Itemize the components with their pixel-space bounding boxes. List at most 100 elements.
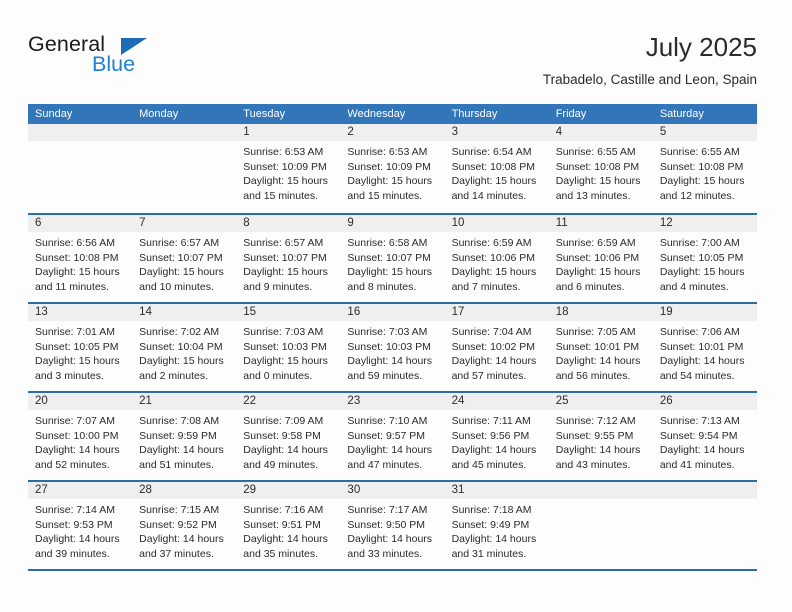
day-details: Sunrise: 7:03 AM Sunset: 10:03 PM Daylight…	[236, 321, 340, 383]
day-cell[interactable]: 10 Sunrise: 6:59 AM Sunset: 10:06 PM Daylig…	[444, 215, 549, 302]
calendar-weeks: 1 Sunrise: 6:53 AM Sunset: 10:09 PM Dayligh…	[28, 124, 757, 569]
day-cell-empty	[548, 482, 653, 569]
sunset-text: Sunset: 9:57 PM	[347, 429, 426, 442]
sunset-text: Sunset: 10:06 PM	[555, 251, 640, 264]
daylight-text-line2: and 14 minutes.	[451, 189, 527, 202]
daylight-text-line2: and 31 minutes.	[451, 547, 527, 560]
day-cell[interactable]: 13 Sunrise: 7:01 AM Sunset: 10:05 PM Daylig…	[28, 304, 133, 391]
day-cell[interactable]: 25 Sunrise: 7:12 AM Sunset: 9:55 PM Dayligh…	[548, 393, 653, 480]
day-cell[interactable]: 4 Sunrise: 6:55 AM Sunset: 10:08 PM Dayligh…	[548, 124, 653, 213]
calendar-week-row: 27 Sunrise: 7:14 AM Sunset: 9:53 PM Dayligh…	[28, 480, 757, 569]
sunset-text: Sunset: 10:09 PM	[243, 160, 327, 173]
day-cell[interactable]: 26 Sunrise: 7:13 AM Sunset: 9:54 PM Dayligh…	[652, 393, 757, 480]
day-cell[interactable]: 27 Sunrise: 7:14 AM Sunset: 9:53 PM Dayligh…	[28, 482, 133, 569]
sunrise-text: Sunrise: 6:55 AM	[555, 146, 636, 158]
page-subtitle: Trabadelo, Castille and Leon, Spain	[542, 72, 757, 87]
daylight-text-line2: and 9 minutes.	[243, 280, 313, 293]
day-cell[interactable]: 29 Sunrise: 7:16 AM Sunset: 9:51 PM Dayligh…	[236, 482, 341, 569]
sunrise-text: Sunrise: 7:11 AM	[451, 415, 531, 427]
daylight-text-line1: Daylight: 15 hours	[555, 266, 641, 279]
day-cell[interactable]: 5 Sunrise: 6:55 AM Sunset: 10:08 PM Dayligh…	[652, 124, 757, 213]
day-number: 13	[28, 304, 133, 321]
sunset-text: Sunset: 10:05 PM	[659, 251, 744, 264]
sunset-text: Sunset: 10:08 PM	[451, 160, 536, 173]
sunrise-text: Sunrise: 7:00 AM	[659, 237, 740, 249]
daylight-text-line2: and 4 minutes.	[659, 280, 729, 293]
day-cell[interactable]: 7 Sunrise: 6:57 AM Sunset: 10:07 PM Dayligh…	[132, 215, 237, 302]
day-cell[interactable]: 22 Sunrise: 7:09 AM Sunset: 9:58 PM Dayligh…	[236, 393, 341, 480]
daylight-text-line2: and 11 minutes.	[35, 280, 109, 293]
sunrise-text: Sunrise: 6:53 AM	[347, 146, 428, 158]
logo-text-blue: Blue	[92, 52, 136, 76]
sunrise-text: Sunrise: 6:53 AM	[243, 146, 324, 158]
day-details: Sunrise: 6:57 AM Sunset: 10:07 PM Daylight…	[236, 232, 340, 294]
day-cell[interactable]: 3 Sunrise: 6:54 AM Sunset: 10:08 PM Dayligh…	[444, 124, 549, 213]
day-cell[interactable]: 24 Sunrise: 7:11 AM Sunset: 9:56 PM Dayligh…	[444, 393, 549, 480]
day-cell[interactable]: 2 Sunrise: 6:53 AM Sunset: 10:09 PM Dayligh…	[340, 124, 445, 213]
sunrise-text: Sunrise: 6:55 AM	[659, 146, 740, 158]
day-details: Sunrise: 7:00 AM Sunset: 10:05 PM Daylight…	[653, 232, 757, 294]
day-details: Sunrise: 7:05 AM Sunset: 10:01 PM Daylight…	[549, 321, 653, 383]
day-details: Sunrise: 7:02 AM Sunset: 10:04 PM Daylight…	[132, 321, 236, 383]
day-cell[interactable]: 20 Sunrise: 7:07 AM Sunset: 10:00 PM Daylig…	[28, 393, 133, 480]
daylight-text-line2: and 13 minutes.	[555, 189, 631, 202]
day-cell[interactable]: 6 Sunrise: 6:56 AM Sunset: 10:08 PM Dayligh…	[28, 215, 133, 302]
day-cell[interactable]: 8 Sunrise: 6:57 AM Sunset: 10:07 PM Dayligh…	[236, 215, 341, 302]
sunrise-text: Sunrise: 6:59 AM	[451, 237, 532, 249]
daylight-text-line1: Daylight: 15 hours	[35, 266, 120, 279]
sunrise-text: Sunrise: 7:08 AM	[139, 415, 220, 427]
day-cell[interactable]: 31 Sunrise: 7:18 AM Sunset: 9:49 PM Dayligh…	[444, 482, 549, 569]
day-cell[interactable]: 12 Sunrise: 7:00 AM Sunset: 10:05 PM Daylig…	[652, 215, 757, 302]
sunset-text: Sunset: 10:07 PM	[243, 251, 327, 264]
day-details: Sunrise: 6:56 AM Sunset: 10:08 PM Daylight…	[28, 232, 132, 294]
day-details: Sunrise: 7:06 AM Sunset: 10:01 PM Daylight…	[653, 321, 757, 383]
general-blue-logo[interactable]: General Blue	[28, 32, 228, 84]
day-cell[interactable]: 16 Sunrise: 7:03 AM Sunset: 10:03 PM Daylig…	[340, 304, 445, 391]
day-cell[interactable]: 17 Sunrise: 7:04 AM Sunset: 10:02 PM Daylig…	[444, 304, 549, 391]
day-number: 15	[236, 304, 341, 321]
weekday-header-wednesday: Wednesday	[347, 108, 406, 120]
day-cell[interactable]: 11 Sunrise: 6:59 AM Sunset: 10:06 PM Daylig…	[548, 215, 653, 302]
day-number: 6	[28, 215, 133, 232]
calendar-page: General Blue July 2025 Trabadelo, Castil…	[0, 0, 792, 612]
daylight-text-line1: Daylight: 15 hours	[347, 266, 433, 279]
day-details: Sunrise: 7:01 AM Sunset: 10:05 PM Daylight…	[28, 321, 132, 383]
sunrise-text: Sunrise: 7:10 AM	[347, 415, 428, 427]
day-cell[interactable]: 1 Sunrise: 6:53 AM Sunset: 10:09 PM Dayligh…	[236, 124, 341, 213]
day-cell[interactable]: 28 Sunrise: 7:15 AM Sunset: 9:52 PM Dayligh…	[132, 482, 237, 569]
day-cell[interactable]: 21 Sunrise: 7:08 AM Sunset: 9:59 PM Dayligh…	[132, 393, 237, 480]
day-number: 7	[132, 215, 237, 232]
sunrise-text: Sunrise: 7:03 AM	[243, 326, 324, 338]
day-number: 28	[132, 482, 237, 499]
day-details: Sunrise: 7:17 AM Sunset: 9:50 PM Daylight:…	[340, 499, 444, 561]
sunrise-text: Sunrise: 6:57 AM	[139, 237, 220, 249]
day-cell[interactable]: 14 Sunrise: 7:02 AM Sunset: 10:04 PM Daylig…	[132, 304, 237, 391]
day-cell[interactable]: 18 Sunrise: 7:05 AM Sunset: 10:01 PM Daylig…	[548, 304, 653, 391]
daylight-text-line2: and 39 minutes.	[35, 547, 110, 560]
day-cell[interactable]: 19 Sunrise: 7:06 AM Sunset: 10:01 PM Daylig…	[652, 304, 757, 391]
daylight-text-line1: Daylight: 14 hours	[451, 533, 537, 546]
daylight-text-line2: and 15 minutes.	[347, 189, 423, 202]
sunset-text: Sunset: 9:54 PM	[659, 429, 738, 442]
sunset-text: Sunset: 9:53 PM	[35, 518, 113, 531]
daylight-text-line2: and 33 minutes.	[347, 547, 423, 560]
day-cell[interactable]: 15 Sunrise: 7:03 AM Sunset: 10:03 PM Daylig…	[236, 304, 341, 391]
daylight-text-line2: and 43 minutes.	[555, 458, 631, 471]
day-number: 8	[236, 215, 341, 232]
day-number: 22	[236, 393, 341, 410]
day-number: 11	[548, 215, 653, 232]
sunrise-text: Sunrise: 7:01 AM	[35, 326, 115, 338]
grid-bottom-rule	[28, 569, 757, 571]
sunset-text: Sunset: 10:05 PM	[35, 340, 119, 353]
day-cell[interactable]: 30 Sunrise: 7:17 AM Sunset: 9:50 PM Dayligh…	[340, 482, 445, 569]
daylight-text-line1: Daylight: 14 hours	[347, 444, 433, 457]
day-details: Sunrise: 7:10 AM Sunset: 9:57 PM Daylight:…	[340, 410, 444, 472]
title-block: July 2025 Trabadelo, Castille and Leon, …	[543, 32, 757, 89]
day-cell[interactable]: 23 Sunrise: 7:10 AM Sunset: 9:57 PM Dayligh…	[340, 393, 445, 480]
day-number: 17	[444, 304, 549, 321]
day-cell[interactable]: 9 Sunrise: 6:58 AM Sunset: 10:07 PM Dayligh…	[340, 215, 445, 302]
daylight-text-line1: Daylight: 15 hours	[243, 266, 328, 279]
weekday-header-row: Sunday Monday Tuesday Wednesday Thursday Frid…	[28, 104, 757, 124]
weekday-header-monday: Monday	[139, 108, 179, 120]
day-details: Sunrise: 7:13 AM Sunset: 9:54 PM Daylight:…	[653, 410, 757, 472]
